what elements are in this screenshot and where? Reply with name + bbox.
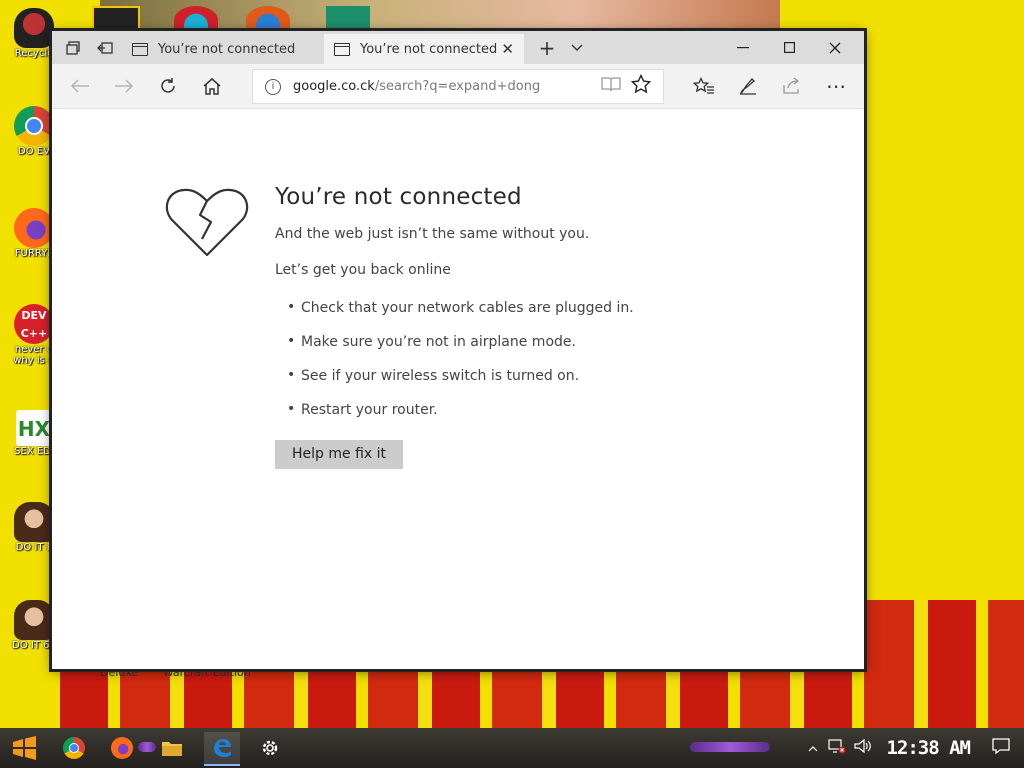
action-center-icon[interactable]: [992, 738, 1010, 758]
recycle-bin-icon: [14, 8, 54, 48]
help-me-fix-it-button[interactable]: Help me fix it: [275, 440, 404, 469]
page-icon: [132, 42, 148, 56]
taskbar-decoration: [690, 742, 770, 752]
clock[interactable]: 12:38 AM: [886, 737, 971, 759]
volume-icon[interactable]: [854, 738, 872, 758]
close-tab-icon[interactable]: ✕: [501, 40, 514, 58]
list-item: Restart your router.: [287, 401, 775, 418]
firefox-icon[interactable]: [104, 732, 140, 764]
share-icon[interactable]: [770, 64, 814, 108]
portrait-icon: [14, 600, 54, 640]
close-window-button[interactable]: [812, 31, 858, 64]
navigation-toolbar: i google.co.ck/search?q=expand+dong ⋯: [52, 64, 864, 109]
show-hidden-icons-icon[interactable]: [808, 741, 818, 755]
tab-inactive[interactable]: You’re not connected: [122, 34, 322, 64]
set-tabs-aside-icon[interactable]: [88, 31, 122, 64]
subtitle-text: And the web just isn’t the same without …: [275, 226, 590, 242]
publisher-icon[interactable]: [326, 6, 370, 34]
address-bar[interactable]: i google.co.ck/search?q=expand+dong: [252, 69, 664, 104]
tab-title: You’re not connected: [360, 41, 498, 57]
add-favorite-star-icon[interactable]: [630, 73, 652, 99]
web-note-pen-icon[interactable]: [726, 64, 770, 108]
portrait-icon: [14, 502, 54, 542]
browser-window: You’re not connected You’re not connecte…: [52, 31, 864, 669]
page-content: You’re not connected And the web just is…: [52, 109, 864, 669]
list-item: See if your wireless switch is turned on…: [287, 367, 775, 384]
tab-preview-icon[interactable]: [56, 31, 90, 64]
more-options-icon[interactable]: ⋯: [814, 64, 858, 108]
home-button[interactable]: [190, 64, 234, 108]
chevron-down-icon[interactable]: [562, 31, 592, 64]
network-disconnected-icon[interactable]: [828, 738, 846, 758]
title-bar: You’re not connected You’re not connecte…: [52, 31, 864, 64]
start-icon[interactable]: [6, 732, 42, 764]
info-icon[interactable]: i: [265, 78, 281, 95]
favorites-hub-icon[interactable]: [682, 64, 726, 108]
chrome-icon: [14, 106, 54, 146]
page-icon: [334, 42, 350, 56]
file-explorer-icon[interactable]: [154, 732, 190, 764]
hex-editor-icon: HX: [16, 410, 52, 446]
chrome-icon[interactable]: [56, 732, 92, 764]
prompt-text: Let’s get you back online: [275, 262, 451, 278]
broken-heart-icon: [164, 187, 250, 263]
error-message: You’re not connected And the web just is…: [275, 184, 775, 469]
list-item: Check that your network cables are plugg…: [287, 299, 775, 316]
tab-active[interactable]: You’re not connected ✕: [324, 34, 524, 64]
address-host: google.co.ck: [293, 79, 375, 94]
app-icon[interactable]: [174, 6, 218, 34]
page-title: You’re not connected: [275, 184, 522, 210]
desktop-icons: Recycle DO EV FURRYF DEV C++ never u why…: [0, 0, 60, 720]
taskbar: 12:38 AM: [0, 728, 1024, 768]
back-button[interactable]: [58, 64, 102, 108]
address-path: /search?q=expand+dong: [374, 79, 541, 94]
app-icon[interactable]: [246, 6, 290, 34]
new-tab-button[interactable]: +: [532, 31, 562, 64]
forward-button[interactable]: [102, 64, 146, 108]
list-item: Make sure you’re not in airplane mode.: [287, 333, 775, 350]
settings-icon[interactable]: [252, 732, 288, 764]
edge-icon[interactable]: [204, 732, 240, 766]
devcpp-icon: DEV C++: [14, 304, 54, 344]
tips-list: Check that your network cables are plugg…: [287, 299, 775, 418]
refresh-button[interactable]: [146, 64, 190, 108]
firefox-icon: [14, 208, 54, 248]
maximize-button[interactable]: [766, 31, 812, 64]
tab-title: You’re not connected: [158, 41, 296, 57]
reading-view-icon[interactable]: [601, 76, 621, 97]
system-tray: 12:38 AM: [808, 728, 1024, 768]
minimize-button[interactable]: [720, 31, 766, 64]
